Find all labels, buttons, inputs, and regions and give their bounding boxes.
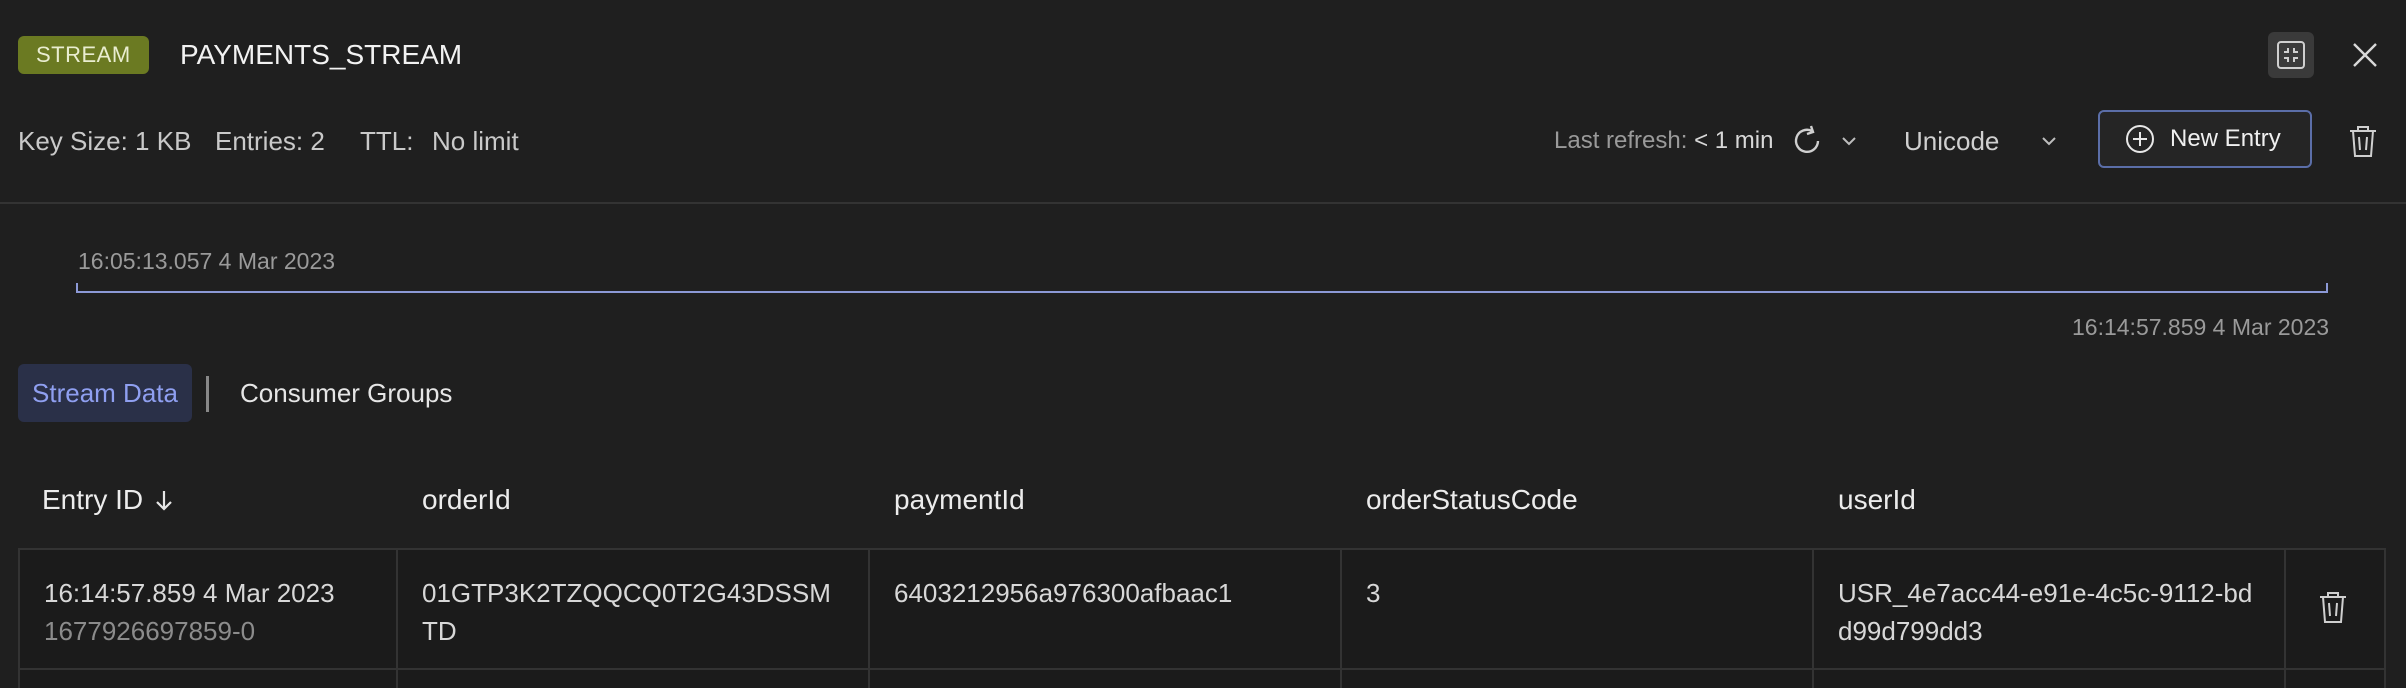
column-header-entry-id[interactable]: Entry ID	[42, 482, 175, 518]
cell-entry-id: 16:14:57.859 4 Mar 2023 1677926697859-0	[44, 574, 335, 650]
trash-icon	[2320, 592, 2346, 623]
column-header-paymentid: paymentId	[894, 484, 1025, 515]
refresh-icon	[1794, 125, 1820, 153]
column-header-orderid: orderId	[422, 484, 511, 515]
key-size: Key Size: 1 KB	[18, 126, 192, 156]
fullscreen-exit-button[interactable]	[2268, 32, 2314, 78]
last-refresh: Last refresh: < 1 min	[1554, 124, 1773, 158]
column-header-label: Entry ID	[42, 484, 144, 515]
row-divider	[18, 668, 2386, 670]
new-entry-label: New Entry	[2170, 125, 2281, 152]
auto-refresh-dropdown[interactable]	[1836, 126, 1862, 156]
plus-circle-icon	[2126, 125, 2154, 153]
cell-orderid: 01GTP3K2TZQQCQ0T2G43DSSMTD	[422, 578, 831, 646]
cell-userid: USR_4e7acc44-e91e-4c5c-9112-bdd99d799dd3	[1838, 578, 2253, 646]
cell-paymentid: 6403212956a976300afbaac1	[894, 578, 1233, 608]
ttl-label: TTL:	[360, 126, 414, 156]
ttl-value[interactable]: No limit	[432, 124, 519, 158]
key-type-badge: STREAM	[18, 36, 149, 74]
range-handle-end[interactable]	[2326, 283, 2328, 293]
last-refresh-label: Last refresh:	[1554, 127, 1688, 154]
column-header-userid: userId	[1838, 484, 1916, 515]
tab-consumer-groups[interactable]: Consumer Groups	[240, 364, 452, 422]
trash-icon	[2350, 126, 2376, 157]
tab-separator	[206, 376, 209, 412]
chevron-down-icon	[2042, 137, 2056, 146]
delete-key-button[interactable]	[2342, 118, 2384, 164]
entry-timestamp: 16:14:57.859 4 Mar 2023	[44, 578, 335, 608]
column-divider	[1812, 548, 1814, 688]
refresh-button[interactable]	[1786, 120, 1828, 162]
cell-orderstatuscode: 3	[1366, 578, 1381, 608]
column-divider	[396, 548, 398, 688]
column-header-orderstatuscode: orderStatusCode	[1366, 484, 1578, 515]
close-icon	[2353, 43, 2377, 67]
new-entry-button[interactable]: New Entry	[2098, 110, 2312, 168]
column-divider	[868, 548, 870, 688]
arrow-down-icon	[156, 491, 172, 511]
entries-count: Entries: 2	[215, 126, 325, 156]
chevron-down-icon	[1842, 137, 1856, 146]
range-end-timestamp: 16:14:57.859 4 Mar 2023	[2072, 314, 2330, 340]
delete-entry-button[interactable]	[2312, 584, 2354, 630]
column-divider	[1340, 548, 1342, 688]
key-name-title: PAYMENTS_STREAM	[180, 39, 463, 70]
entry-id-value: 1677926697859-0	[44, 616, 256, 646]
format-select-chevron[interactable]	[2036, 126, 2062, 156]
fullscreen-exit-icon	[2277, 41, 2305, 69]
last-refresh-value: < 1 min	[1694, 127, 1774, 154]
close-button[interactable]	[2342, 32, 2388, 78]
range-slider-track[interactable]	[76, 291, 2328, 293]
column-divider	[2284, 548, 2286, 688]
tab-stream-data[interactable]: Stream Data	[18, 364, 192, 422]
range-start-timestamp: 16:05:13.057 4 Mar 2023	[78, 248, 336, 274]
format-select[interactable]: Unicode	[1904, 124, 1999, 158]
header-divider	[0, 202, 2406, 204]
